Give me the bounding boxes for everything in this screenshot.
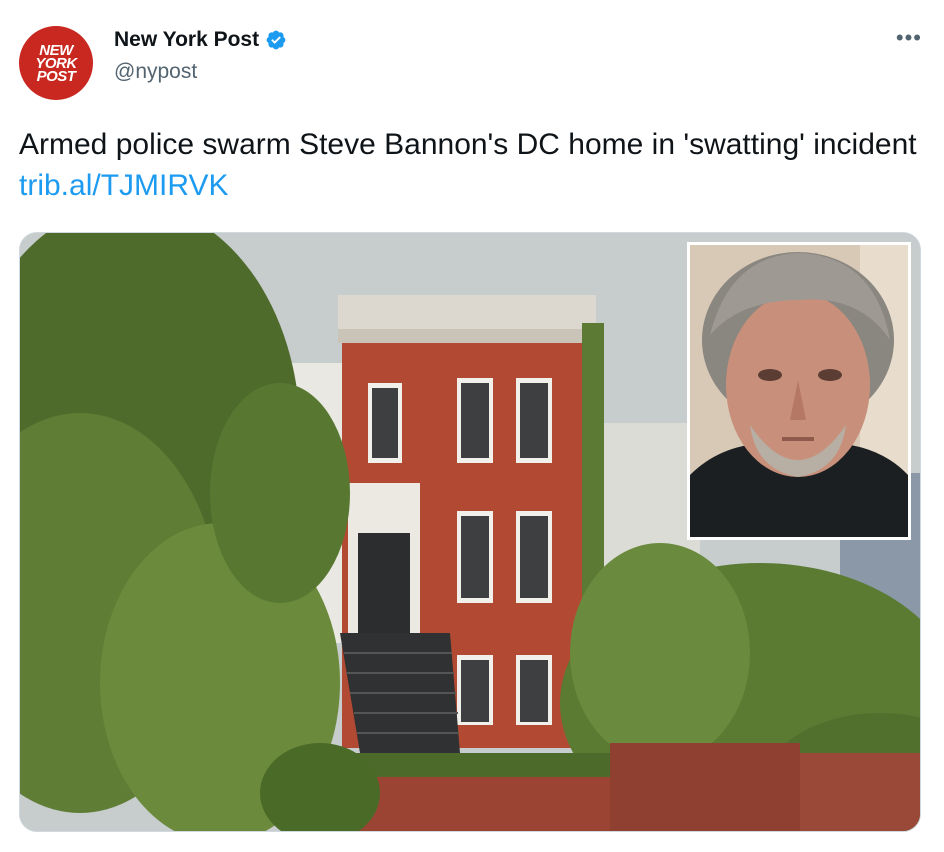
more-options-icon[interactable]: ••• bbox=[896, 27, 922, 49]
tweet-text: Armed police swarm Steve Bannon's DC hom… bbox=[19, 124, 919, 206]
avatar[interactable]: NEW YORK POST bbox=[19, 26, 93, 100]
author-name-row: New York Post bbox=[114, 28, 287, 52]
nypost-logo: NEW YORK POST bbox=[35, 41, 77, 85]
display-name[interactable]: New York Post bbox=[114, 28, 259, 52]
tweet-link[interactable]: trib.al/TJMIRVK bbox=[19, 169, 229, 202]
verified-badge-icon bbox=[265, 29, 287, 51]
inset-portrait bbox=[687, 242, 911, 540]
tweet-body: Armed police swarm Steve Bannon's DC hom… bbox=[19, 128, 917, 161]
tweet-image[interactable] bbox=[19, 232, 921, 832]
handle[interactable]: @nypost bbox=[114, 60, 197, 84]
